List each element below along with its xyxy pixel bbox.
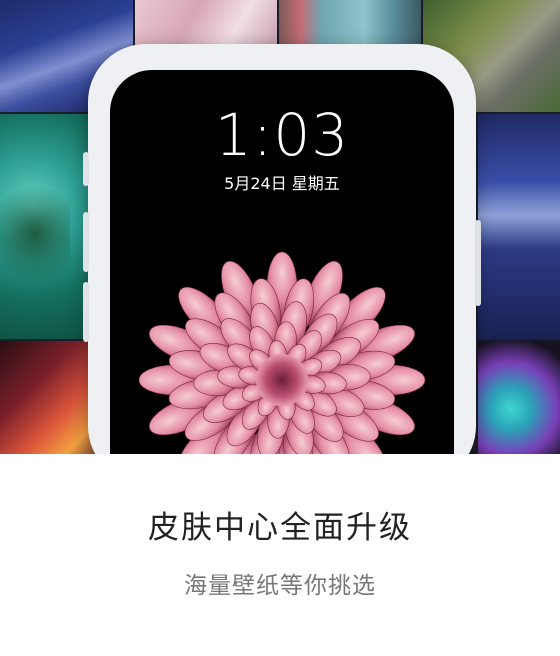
- phone-volume-down-button: [83, 282, 89, 342]
- promo-subline: 海量壁纸等你挑选: [184, 573, 376, 599]
- pink-wallpaper-thumbnail: [135, 0, 277, 46]
- wallpaper-collage: 1:03 5月24日 星期五: [0, 0, 560, 454]
- phone-mute-switch: [83, 152, 89, 186]
- lockscreen-time: 1:03: [214, 101, 350, 169]
- phone-power-button: [475, 220, 481, 306]
- lockscreen: 1:03 5月24日 星期五: [110, 70, 454, 454]
- skin-center-promo-card: 1:03 5月24日 星期五 皮肤中心全面升级 海量壁纸等你挑选: [0, 0, 560, 656]
- promo-headline: 皮肤中心全面升级: [148, 510, 412, 546]
- phone-volume-up-button: [83, 212, 89, 272]
- phone-mockup: 1:03 5月24日 星期五: [83, 44, 481, 454]
- memorial-wallpaper-thumbnail: [478, 114, 560, 339]
- door-wallpaper-thumbnail: [279, 0, 421, 46]
- dahlia-wallpaper-image: [138, 251, 426, 454]
- paint-splash-wallpaper-thumbnail: [478, 341, 560, 454]
- promo-text-area: 皮肤中心全面升级 海量壁纸等你挑选: [0, 454, 560, 656]
- lockscreen-date: 5月24日 星期五: [224, 174, 340, 193]
